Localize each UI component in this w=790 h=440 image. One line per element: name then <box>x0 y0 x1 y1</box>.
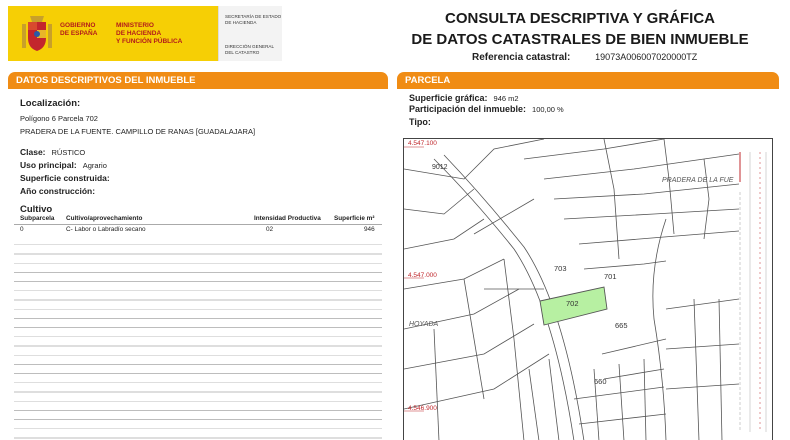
anio-construccion-row: Año construcción: <box>20 186 95 196</box>
uso-label: Uso principal: <box>20 160 77 170</box>
superficie-grafica-value: 946 m2 <box>493 94 519 103</box>
participacion-value: 100,00 % <box>532 105 564 114</box>
coat-of-arms-icon <box>22 16 52 51</box>
parcel-label-703: 703 <box>554 264 567 273</box>
localizacion-line1: Polígono 6 Parcela 702 <box>20 114 98 123</box>
government-logo-block: GOBIERNO DE ESPAÑA MINISTERIO DE HACIEND… <box>8 6 218 61</box>
ministerio-line1: MINISTERIO <box>116 22 154 29</box>
cell-intensidad: 02 <box>266 226 274 233</box>
map-svg <box>404 139 740 440</box>
clase-label: Clase: <box>20 147 46 157</box>
participacion-label: Participación del inmueble: <box>409 104 527 114</box>
header-cultivo: Cultivo/aprovechamiento <box>66 215 143 222</box>
parcel-label-701: 701 <box>604 272 617 281</box>
parcel-label-9012: 9012 <box>432 164 448 171</box>
place-label-pradera: PRADERA DE LA FUE <box>662 177 734 184</box>
secretaria-line2: DE HACIENDA <box>225 19 257 25</box>
cultivo-table-header: Subparcela Cultivo/aprovechamiento Inten… <box>14 215 382 225</box>
secretaria-block: SECRETARÍA DE ESTADO DE HACIENDA DIRECCI… <box>218 6 282 61</box>
ministerio-line2: DE HACIENDA <box>116 30 162 37</box>
title-line1: CONSULTA DESCRIPTIVA Y GRÁFICA <box>444 10 715 27</box>
tipo-label: Tipo: <box>409 117 431 127</box>
map-legend <box>739 152 767 432</box>
section-bar-datos: DATOS DESCRIPTIVOS DEL INMUEBLE <box>8 72 388 89</box>
header-subparcela: Subparcela <box>20 215 55 222</box>
section-bar-parcela: PARCELA <box>397 72 779 89</box>
cell-cultivo: C- Labor o Labradío secano <box>66 226 146 233</box>
cadastral-map[interactable]: 4.547.100 4.547.000 4.546.900 9012 703 7… <box>403 138 773 440</box>
coord-bottom: 4.546.900 <box>408 405 437 412</box>
gobierno-line2: DE ESPAÑA <box>60 30 98 37</box>
superficie-grafica-row: Superficie gráfica: 946 m2 <box>409 93 519 103</box>
superficie-construida-row: Superficie construida: <box>20 173 110 183</box>
localizacion-label: Localización: <box>20 98 81 109</box>
parcel-label-665: 665 <box>615 321 628 330</box>
parcel-label-660: 660 <box>594 377 607 386</box>
cultivo-title: Cultivo <box>20 204 53 215</box>
page-title: CONSULTA DESCRIPTIVA Y GRÁFICA DE DATOS … <box>395 8 765 50</box>
title-line2: DE DATOS CATASTRALES DE BIEN INMUEBLE <box>411 31 749 48</box>
uso-value: Agrario <box>82 161 107 170</box>
superficie-construida-label: Superficie construida: <box>20 173 110 183</box>
ref-label: Referencia catastral: <box>472 52 571 63</box>
superficie-grafica-label: Superficie gráfica: <box>409 93 488 103</box>
tipo-row: Tipo: <box>409 117 431 127</box>
place-label-hoyada: HOYADA <box>409 321 439 328</box>
table-row: 0 C- Labor o Labradío secano 02 946 <box>14 226 382 235</box>
ref-value: 19073A006007020000TZ <box>595 52 698 62</box>
clase-value: RÚSTICO <box>51 148 86 157</box>
empty-table-lines <box>14 236 382 440</box>
anio-construccion-label: Año construcción: <box>20 186 96 196</box>
clase-row: Clase: RÚSTICO <box>20 147 85 157</box>
uso-row: Uso principal: Agrario <box>20 160 107 170</box>
ministerio-line3: Y FUNCIÓN PÚBLICA <box>116 38 183 45</box>
header-intensidad: Intensidad Productiva <box>254 215 321 222</box>
secretaria-line1: SECRETARÍA DE ESTADO <box>225 14 282 19</box>
participacion-row: Participación del inmueble: 100,00 % <box>409 104 564 114</box>
gobierno-line1: GOBIERNO <box>60 22 96 29</box>
header-superficie: Superficie m² <box>334 215 375 222</box>
referencia-catastral: Referencia catastral: 19073A006007020000… <box>472 52 697 63</box>
direccion-line2: DEL CATASTRO <box>225 49 260 55</box>
direccion-line1: DIRECCIÓN GENERAL <box>225 44 275 49</box>
cell-subparcela: 0 <box>20 226 24 233</box>
coord-top: 4.547.100 <box>408 140 437 147</box>
coord-mid: 4.547.000 <box>408 272 437 279</box>
localizacion-line2: PRADERA DE LA FUENTE. CAMPILLO DE RANAS … <box>20 127 256 136</box>
parcel-label-702: 702 <box>566 299 579 308</box>
cell-superficie: 946 <box>364 226 375 233</box>
